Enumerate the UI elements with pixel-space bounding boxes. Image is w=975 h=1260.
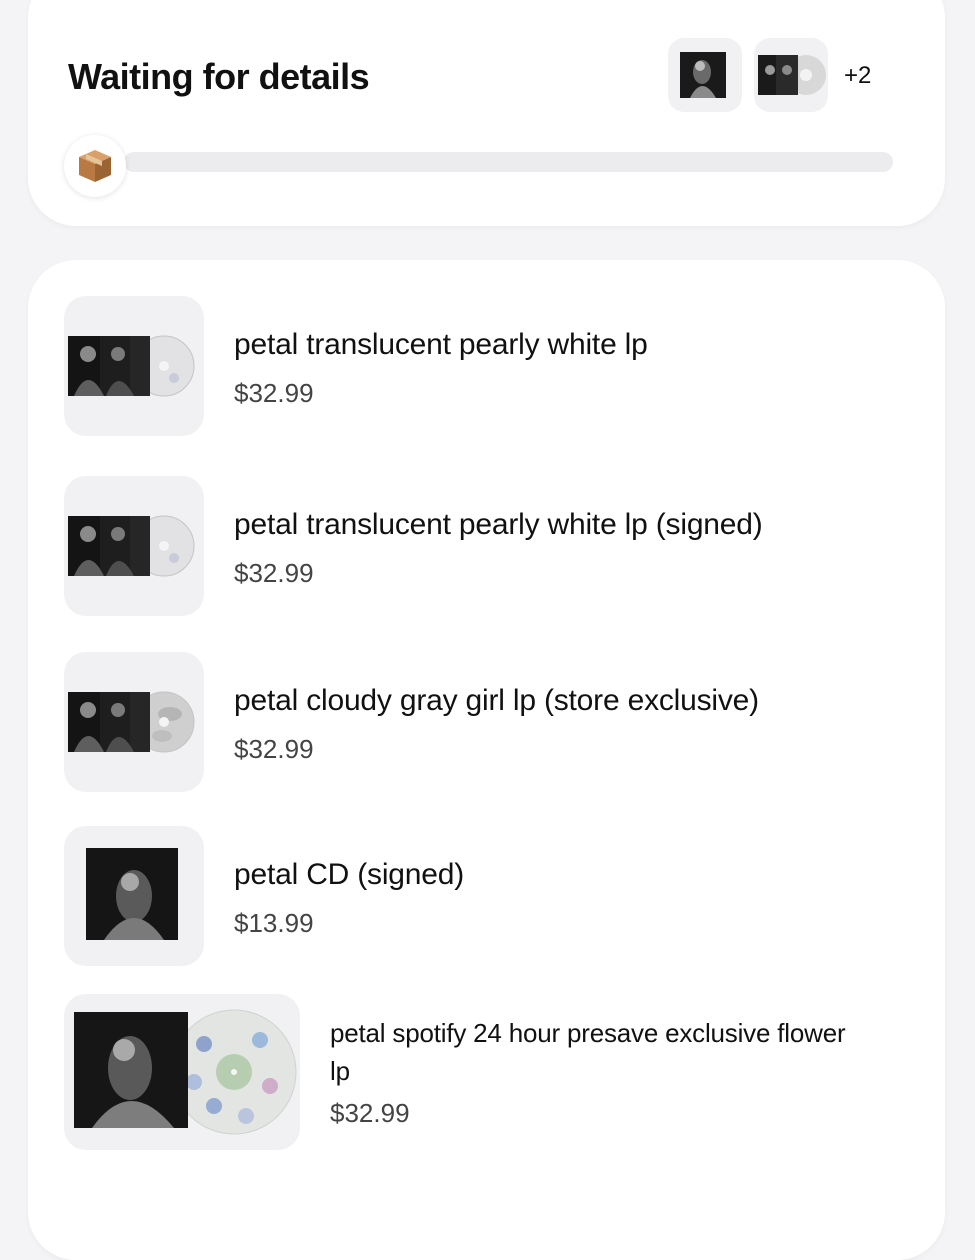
- vinyl-lp-image: [74, 1009, 297, 1135]
- item-price: $32.99: [234, 734, 314, 764]
- order-item-row[interactable]: petal cloudy gray girl lp (store exclusi…: [28, 652, 945, 792]
- item-price: $32.99: [234, 378, 314, 408]
- item-name: petal cloudy gray girl lp (store exclusi…: [234, 684, 759, 717]
- progress-bar: [124, 152, 893, 172]
- order-items-card: petal translucent pearly white lp $32.99 p…: [28, 260, 945, 1260]
- status-title: Waiting for details: [68, 56, 370, 97]
- item-price: $32.99: [330, 1098, 410, 1128]
- item-thumbnail[interactable]: [64, 296, 204, 436]
- item-price: $32.99: [234, 558, 314, 588]
- item-thumbnail[interactable]: [64, 476, 204, 616]
- item-thumbnail[interactable]: [64, 994, 300, 1150]
- item-name: petal translucent pearly white lp: [234, 328, 648, 361]
- more-items-count: +2: [844, 62, 872, 89]
- package-box-icon: [64, 135, 126, 197]
- vinyl-lp-image: [68, 515, 195, 577]
- order-status-card: Waiting for details +2: [28, 0, 945, 226]
- order-thumbnail[interactable]: [668, 38, 742, 112]
- item-price: $13.99: [234, 908, 314, 938]
- order-item-row[interactable]: petal translucent pearly white lp (signe…: [28, 476, 945, 616]
- order-item-row[interactable]: petal translucent pearly white lp $32.99: [28, 296, 945, 436]
- album-cover-icon: [680, 52, 726, 98]
- vinyl-lp-image: [68, 335, 195, 397]
- order-thumbnail[interactable]: [754, 38, 828, 112]
- vinyl-lp-image: [68, 691, 195, 753]
- album-vinyl-icon: [758, 55, 826, 95]
- item-thumbnail[interactable]: [64, 652, 204, 792]
- item-name: petal spotify 24 hour presave exclusive …: [330, 1018, 846, 1086]
- item-name: petal translucent pearly white lp (signe…: [234, 508, 763, 541]
- order-item-row[interactable]: petal CD (signed) $13.99: [28, 826, 945, 966]
- cd-cover-image: [86, 848, 178, 940]
- item-name: petal CD (signed): [234, 858, 465, 891]
- order-item-row[interactable]: petal spotify 24 hour presave exclusive …: [28, 994, 945, 1150]
- item-thumbnail[interactable]: [64, 826, 204, 966]
